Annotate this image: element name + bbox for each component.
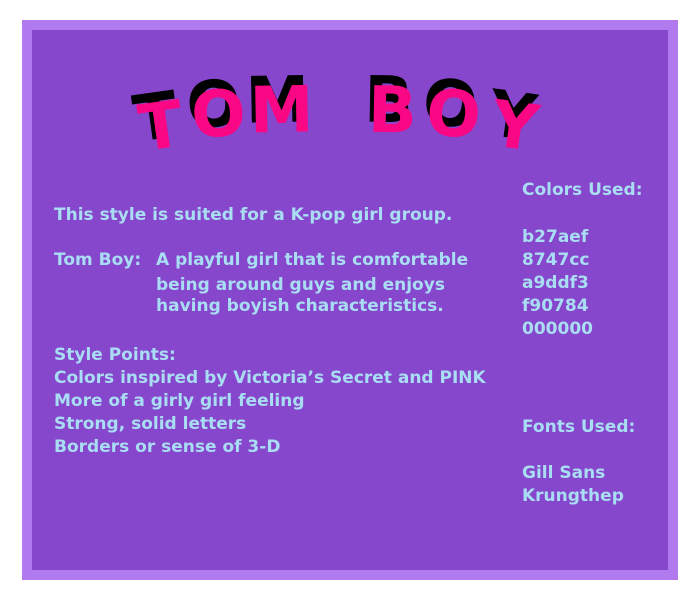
- style-point-item: Strong, solid letters: [54, 414, 247, 434]
- style-point-item: Colors inspired by Victoria’s Secret and…: [54, 368, 486, 388]
- intro-text: This style is suited for a K-pop girl gr…: [54, 205, 453, 225]
- color-value: 8747cc: [522, 250, 590, 270]
- style-points-heading: Style Points:: [54, 345, 176, 365]
- tom-boy-label: Tom Boy:: [54, 250, 142, 270]
- color-value: f90784: [522, 296, 589, 316]
- title-letter: MM: [245, 70, 314, 149]
- style-point-item: Borders or sense of 3-D: [54, 437, 281, 457]
- font-value: Krungthep: [522, 486, 624, 506]
- title-letter: OO: [420, 70, 483, 154]
- font-value: Gill Sans: [522, 463, 606, 483]
- colors-used-heading: Colors Used:: [522, 180, 643, 200]
- title-letter: BB: [364, 70, 418, 149]
- title-letter-glyph: B: [367, 74, 417, 149]
- tom-boy-line-1: A playful girl that is comfortable: [156, 250, 469, 270]
- tom-boy-line-3: having boyish characteristics.: [156, 296, 444, 316]
- title-letter: YY: [483, 77, 544, 167]
- title-letter-glyph: O: [189, 76, 248, 154]
- main-panel: TTOOMMBBOOYY This style is suited for a …: [32, 30, 668, 570]
- title-letter-glyph: O: [424, 76, 483, 154]
- title-letter: OO: [184, 70, 248, 154]
- color-value: 000000: [522, 319, 593, 339]
- title-area: TTOOMMBBOOYY: [32, 70, 668, 190]
- title-letter: TT: [129, 78, 188, 167]
- title-letter-glyph: T: [134, 87, 188, 166]
- style-point-item: More of a girly girl feeling: [54, 391, 305, 411]
- color-value: b27aef: [522, 227, 589, 247]
- title-letter-glyph: M: [249, 73, 314, 148]
- title-graphic: TTOOMM BB OO YY: [129, 70, 544, 167]
- title-letter-glyph: Y: [486, 87, 544, 167]
- tom-boy-line-2: being around guys and enjoys: [156, 275, 445, 295]
- color-value: a9ddf3: [522, 273, 589, 293]
- fonts-used-heading: Fonts Used:: [522, 417, 636, 437]
